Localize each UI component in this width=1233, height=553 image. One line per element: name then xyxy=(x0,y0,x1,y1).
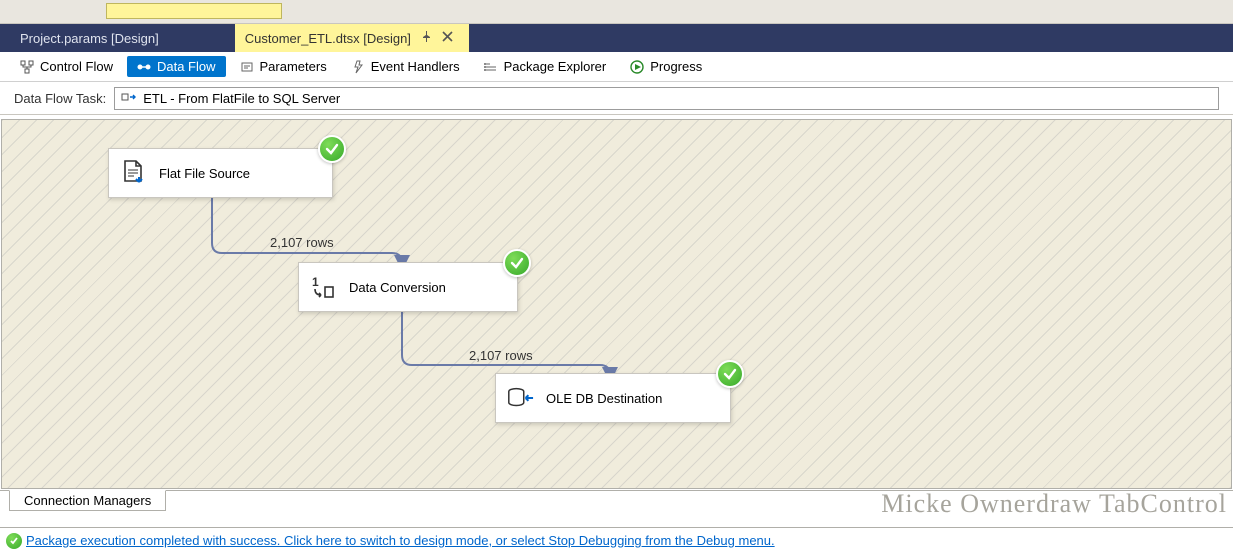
status-success-icon xyxy=(6,533,22,549)
tab-label: Parameters xyxy=(260,59,327,74)
flat-file-source-icon xyxy=(119,159,147,187)
success-check-icon xyxy=(716,360,744,388)
tab-label: Event Handlers xyxy=(371,59,460,74)
data-flow-icon xyxy=(137,60,151,74)
svg-text:1: 1 xyxy=(312,275,319,289)
tab-parameters[interactable]: Parameters xyxy=(230,56,337,77)
doc-tab-project-params[interactable]: Project.params [Design] xyxy=(10,24,175,52)
tab-label: Data Flow xyxy=(157,59,216,74)
ole-db-destination-icon xyxy=(506,384,534,412)
success-check-icon xyxy=(503,249,531,277)
doc-tab-label: Customer_ETL.dtsx [Design] xyxy=(245,31,411,46)
designer-tabs: Control Flow Data Flow Parameters Event … xyxy=(0,52,1233,82)
progress-icon xyxy=(630,60,644,74)
success-check-icon xyxy=(318,135,346,163)
node-data-conversion[interactable]: 1 Data Conversion xyxy=(298,262,518,312)
data-conversion-icon: 1 xyxy=(309,273,337,301)
doc-tab-customer-etl[interactable]: Customer_ETL.dtsx [Design] xyxy=(235,24,469,52)
rowcount-source-to-conv: 2,107 rows xyxy=(270,235,334,250)
tab-control-flow[interactable]: Control Flow xyxy=(10,56,123,77)
top-highlight-box xyxy=(106,3,282,19)
package-explorer-icon xyxy=(484,60,498,74)
connection-managers-panel: Connection Managers Micke Ownerdraw TabC… xyxy=(0,490,1233,512)
top-toolbar-strip xyxy=(0,0,1233,24)
node-ole-db-destination[interactable]: OLE DB Destination xyxy=(495,373,731,423)
node-flat-file-source[interactable]: Flat File Source xyxy=(108,148,333,198)
event-handlers-icon xyxy=(351,60,365,74)
rowcount-conv-to-dest: 2,107 rows xyxy=(469,348,533,363)
status-message-link[interactable]: Package execution completed with success… xyxy=(26,533,775,548)
data-flow-task-label: Data Flow Task: xyxy=(14,91,106,106)
node-label: Flat File Source xyxy=(159,166,250,181)
connector-source-to-conv xyxy=(212,193,412,273)
pipeline-icon xyxy=(121,90,137,107)
node-label: Data Conversion xyxy=(349,280,446,295)
document-tabs: Project.params [Design] Customer_ETL.dts… xyxy=(0,24,1233,52)
tab-package-explorer[interactable]: Package Explorer xyxy=(474,56,617,77)
data-flow-task-bar: Data Flow Task: ETL - From FlatFile to S… xyxy=(0,82,1233,115)
design-canvas[interactable]: Flat File Source 2,107 rows 1 Data Conve… xyxy=(1,119,1232,489)
tab-label: Control Flow xyxy=(40,59,113,74)
tab-label: Progress xyxy=(650,59,702,74)
tab-event-handlers[interactable]: Event Handlers xyxy=(341,56,470,77)
tab-data-flow[interactable]: Data Flow xyxy=(127,56,226,77)
close-icon[interactable] xyxy=(442,31,453,45)
parameters-icon xyxy=(240,60,254,74)
data-flow-task-value: ETL - From FlatFile to SQL Server xyxy=(143,91,340,106)
control-flow-icon xyxy=(20,60,34,74)
doc-tab-label: Project.params [Design] xyxy=(20,31,159,46)
status-bar: Package execution completed with success… xyxy=(0,527,1233,553)
watermark-text: Micke Ownerdraw TabControl xyxy=(881,489,1227,519)
data-flow-task-combo[interactable]: ETL - From FlatFile to SQL Server xyxy=(114,87,1219,110)
connection-managers-tab[interactable]: Connection Managers xyxy=(9,490,166,511)
tab-progress[interactable]: Progress xyxy=(620,56,712,77)
pin-icon[interactable] xyxy=(421,31,432,45)
node-label: OLE DB Destination xyxy=(546,391,662,406)
tab-label: Package Explorer xyxy=(504,59,607,74)
